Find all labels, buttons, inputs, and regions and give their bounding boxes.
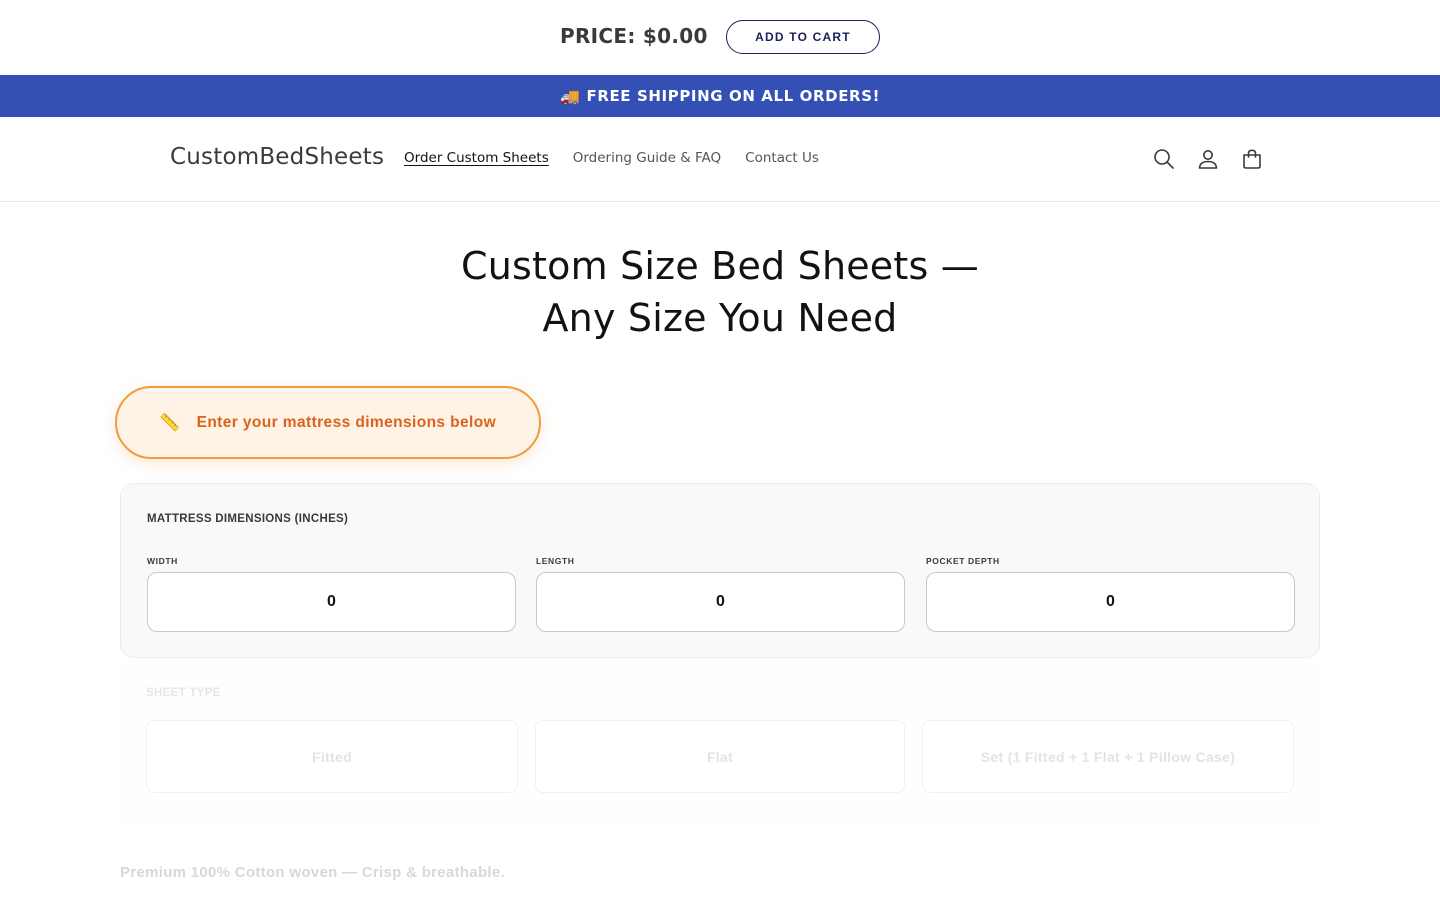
pocket-depth-label: POCKET DEPTH <box>926 556 1000 566</box>
site-logo[interactable]: CustomBedSheets <box>170 144 384 170</box>
add-to-cart-button[interactable]: ADD TO CART <box>726 20 880 54</box>
length-input[interactable] <box>536 572 905 632</box>
length-field: LENGTH <box>536 556 905 632</box>
search-icon[interactable] <box>1152 147 1176 171</box>
width-label: WIDTH <box>147 556 178 566</box>
material-note: Premium 100% Cotton woven — Crisp & brea… <box>120 864 506 881</box>
dimensions-hint-pill: 📏 Enter your mattress dimensions below <box>115 386 541 459</box>
sheet-type-card: SHEET TYPE Fitted Flat Set (1 Fitted + 1… <box>120 658 1320 823</box>
width-field: WIDTH <box>147 556 516 632</box>
cart-icon[interactable] <box>1240 147 1264 171</box>
nav-order-custom-sheets[interactable]: Order Custom Sheets <box>404 150 549 166</box>
site-header: CustomBedSheets Order Custom Sheets Orde… <box>0 117 1440 202</box>
sheet-type-flat-button[interactable]: Flat <box>535 720 905 793</box>
sheet-type-heading: SHEET TYPE <box>146 687 221 699</box>
announcement-text: FREE SHIPPING ON ALL ORDERS! <box>586 87 881 105</box>
pocket-depth-field: POCKET DEPTH <box>926 556 1295 632</box>
page-title: Custom Size Bed Sheets — Any Size You Ne… <box>461 244 979 340</box>
account-icon[interactable] <box>1196 147 1220 171</box>
truck-icon: 🚚 <box>559 86 581 106</box>
nav-ordering-guide-faq[interactable]: Ordering Guide & FAQ <box>573 150 721 166</box>
ruler-icon: 📏 <box>159 412 181 432</box>
sheet-type-fitted-button[interactable]: Fitted <box>146 720 518 793</box>
pocket-depth-input[interactable] <box>926 572 1295 632</box>
main-nav: Order Custom Sheets Ordering Guide & FAQ… <box>404 150 819 166</box>
announcement-bar: 🚚 FREE SHIPPING ON ALL ORDERS! <box>0 75 1440 117</box>
nav-contact-us[interactable]: Contact Us <box>745 150 819 166</box>
sheet-type-set-button[interactable]: Set (1 Fitted + 1 Flat + 1 Pillow Case) <box>922 720 1294 793</box>
hint-text: Enter your mattress dimensions below <box>196 413 497 431</box>
sticky-price-bar: PRICE: $0.00 ADD TO CART <box>0 0 1440 75</box>
length-label: LENGTH <box>536 556 575 566</box>
dimensions-heading: MATTRESS DIMENSIONS (INCHES) <box>147 513 349 525</box>
mattress-dimensions-card: MATTRESS DIMENSIONS (INCHES) WIDTH LENGT… <box>120 483 1320 658</box>
price-display: PRICE: $0.00 <box>560 24 708 48</box>
width-input[interactable] <box>147 572 516 632</box>
